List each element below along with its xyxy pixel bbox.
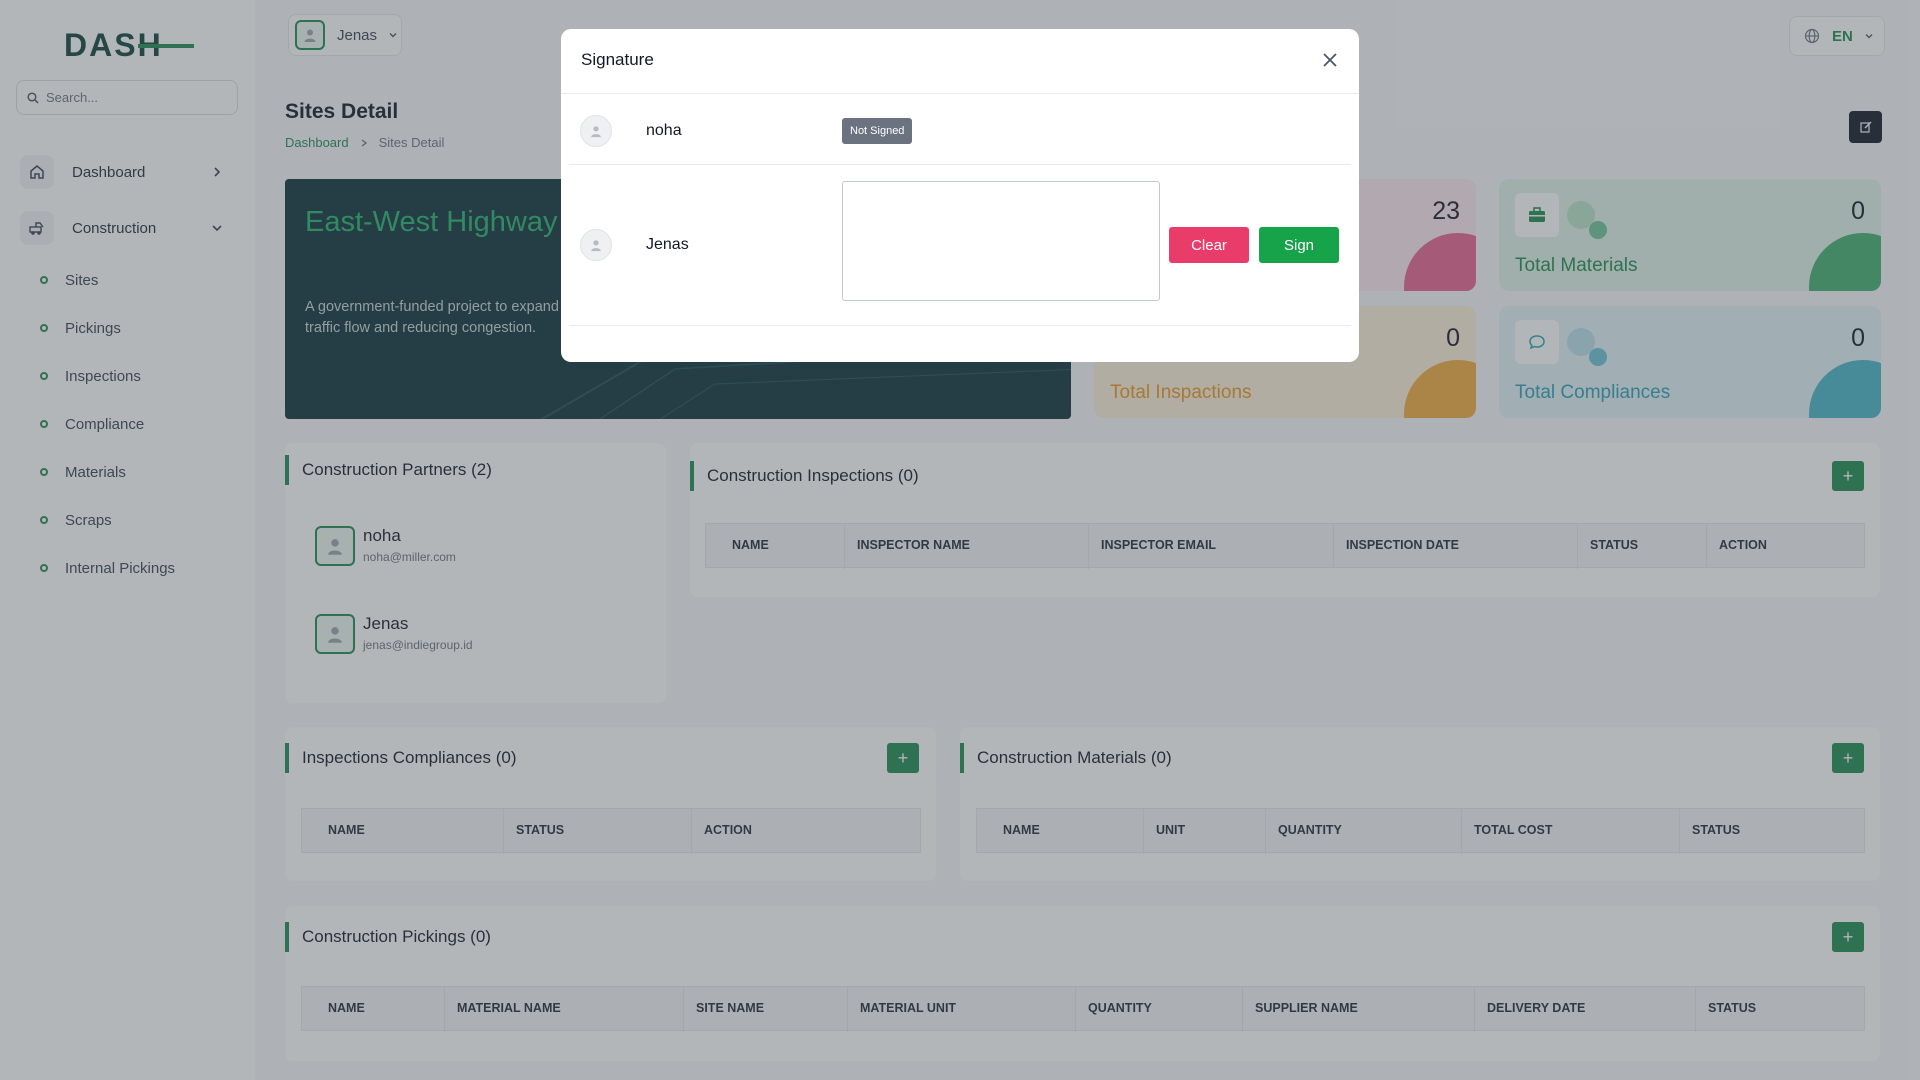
signer-name: Jenas	[646, 236, 689, 253]
user-icon	[591, 126, 601, 138]
close-icon[interactable]	[1319, 49, 1341, 71]
clear-button[interactable]: Clear	[1169, 227, 1249, 263]
signer-name: noha	[646, 122, 682, 139]
sign-button[interactable]: Sign	[1259, 227, 1339, 263]
user-icon	[591, 240, 601, 252]
signature-modal: Signature noha Not Signed Jenas Clear Si…	[561, 29, 1359, 362]
signature-pad[interactable]	[842, 181, 1160, 301]
avatar	[580, 115, 612, 147]
avatar	[580, 229, 612, 261]
status-badge: Not Signed	[842, 118, 913, 144]
modal-title: Signature	[581, 50, 654, 69]
